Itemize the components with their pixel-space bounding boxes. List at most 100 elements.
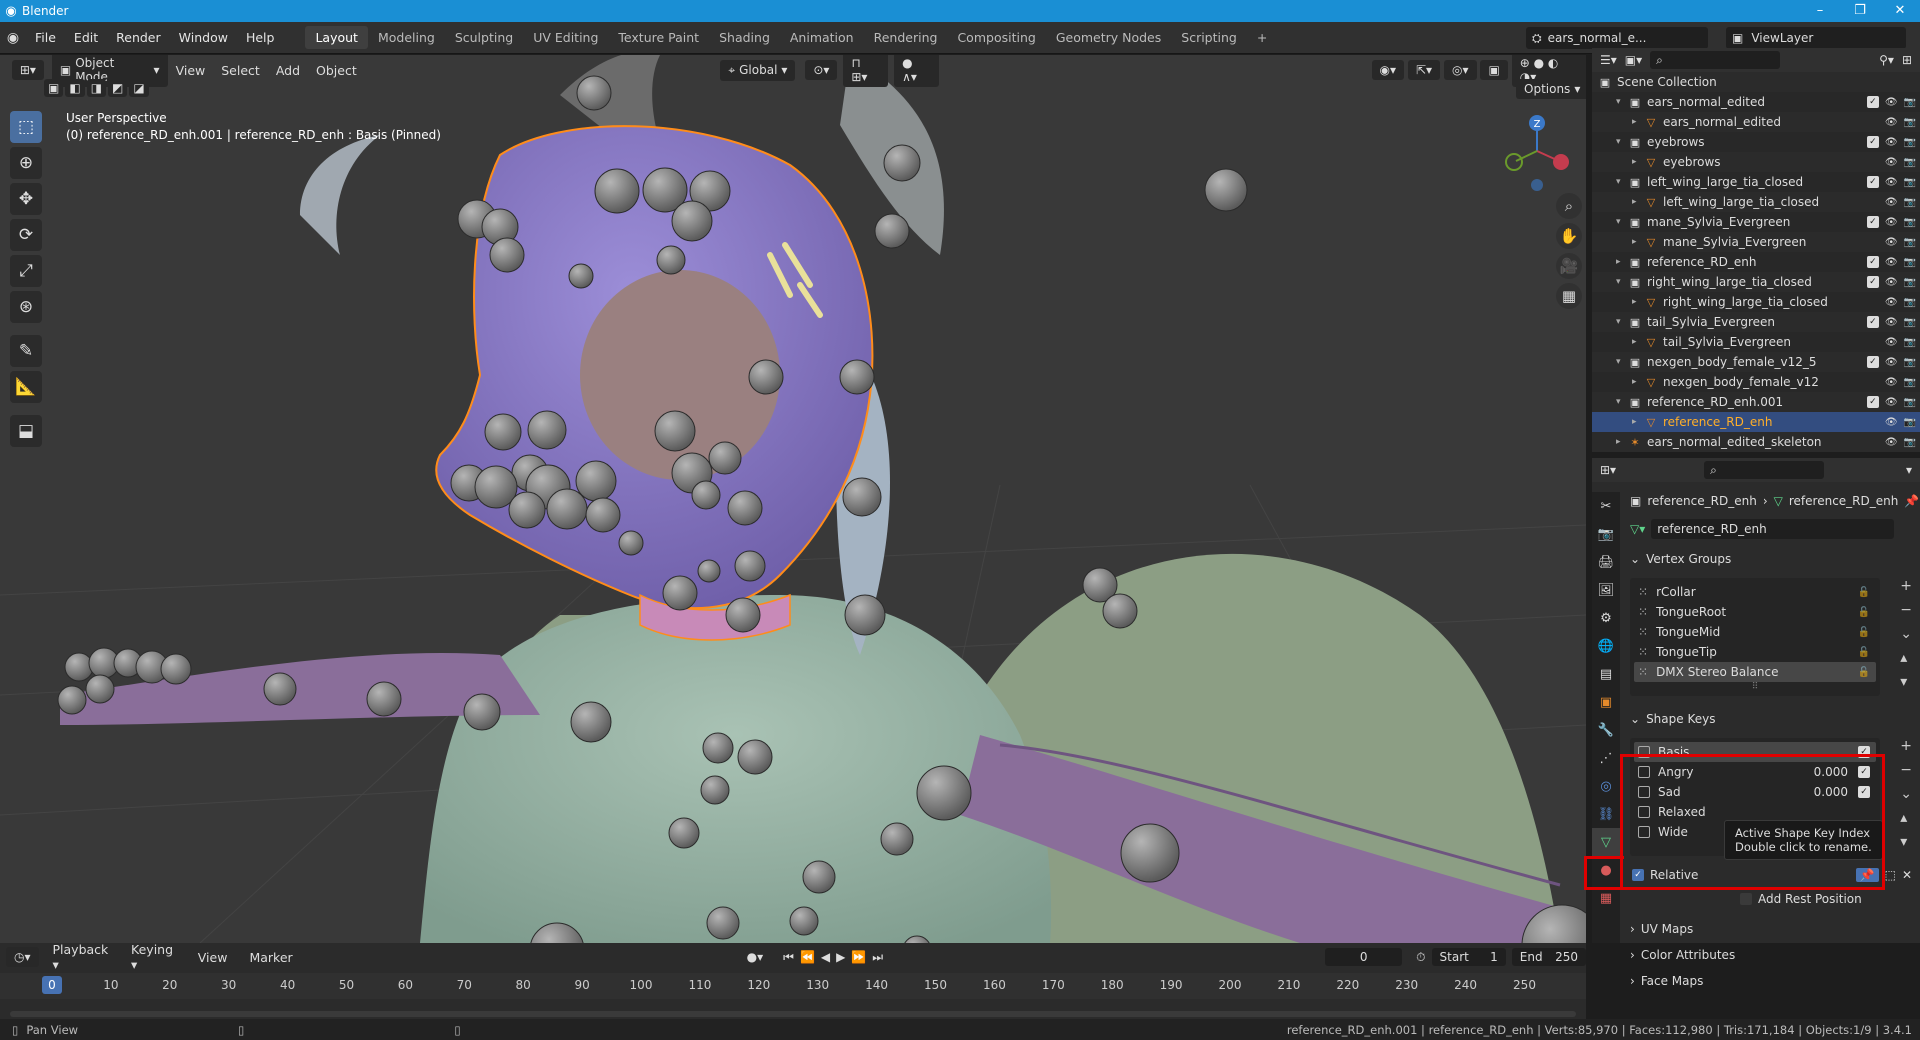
new-collection-icon[interactable]: ⊞	[1902, 53, 1912, 67]
select-invert-icon[interactable]: ◩	[108, 79, 128, 97]
expand-arrow-icon[interactable]: ▾	[1616, 217, 1628, 227]
editor-type-icon[interactable]: ⊞▾	[11, 60, 44, 80]
constraints-tab-icon[interactable]: ⛓	[1592, 800, 1620, 828]
transform-icon[interactable]: ⊛	[10, 291, 42, 323]
visibility-eye-icon[interactable]: 👁	[1885, 257, 1898, 268]
gizmo-toggle-icon[interactable]: ⇱▾	[1408, 60, 1441, 80]
timeline-scrollbar[interactable]	[10, 1011, 1576, 1017]
scene-tab-icon[interactable]: ⚙	[1592, 604, 1620, 632]
move-up-icon[interactable]: ▴	[1900, 810, 1912, 826]
outliner-row[interactable]: ▸ ▽ nexgen_body_female_v12 👁 📷	[1592, 372, 1920, 392]
outliner-row[interactable]: ▸ ▽ reference_RD_enh 👁 📷	[1592, 412, 1920, 432]
lock-icon[interactable]: 🔓	[1858, 627, 1870, 638]
material-tab-icon[interactable]: ●	[1592, 856, 1620, 884]
collection-include-checkbox[interactable]: ✓	[1866, 216, 1879, 228]
list-resize-grip-icon[interactable]: ⠿	[1634, 682, 1876, 692]
lock-icon[interactable]: 🔓	[1858, 667, 1870, 678]
remove-shape-key-icon[interactable]: −	[1900, 762, 1912, 778]
expand-arrow-icon[interactable]: ▾	[1616, 177, 1628, 187]
collection-include-checkbox[interactable]: ✓	[1866, 256, 1879, 268]
expand-arrow-icon[interactable]: ▾	[1616, 137, 1628, 147]
expand-arrow-icon[interactable]: ▾	[1616, 397, 1628, 407]
vertex-group-menu-icon[interactable]: ⌄	[1900, 626, 1912, 642]
overlay-toggle-icon[interactable]: ◎▾	[1444, 60, 1477, 80]
outliner-row[interactable]: ▾ ▣ mane_Sylvia_Evergreen ✓ 👁 📷	[1592, 212, 1920, 232]
render-camera-icon[interactable]: 📷	[1904, 217, 1916, 228]
rotate-icon[interactable]: ⟳	[10, 219, 42, 251]
tab-animation[interactable]: Animation	[780, 26, 864, 49]
tab-rendering[interactable]: Rendering	[864, 26, 948, 49]
tab-uv-editing[interactable]: UV Editing	[523, 26, 608, 49]
annotate-icon[interactable]: ✎	[10, 335, 42, 367]
properties-editor-icon[interactable]: ⊞▾	[1600, 463, 1616, 477]
face-maps-header[interactable]: › Face Maps	[1622, 968, 1920, 994]
visibility-eye-icon[interactable]: 👁	[1885, 317, 1898, 328]
display-mode-icon[interactable]: ▣▾	[1625, 53, 1642, 67]
tab-sculpting[interactable]: Sculpting	[445, 26, 523, 49]
expand-arrow-icon[interactable]: ▸	[1632, 197, 1644, 207]
lock-icon[interactable]: 🔓	[1858, 647, 1870, 658]
current-frame-marker[interactable]: 0	[42, 976, 62, 994]
render-camera-icon[interactable]: 📷	[1904, 297, 1916, 308]
vertex-group-item[interactable]: ⁙ TongueTip 🔓	[1634, 642, 1876, 662]
collection-include-checkbox[interactable]: ✓	[1866, 96, 1879, 108]
add-cube-icon[interactable]: ⬓	[10, 415, 42, 447]
render-camera-icon[interactable]: 📷	[1904, 257, 1916, 268]
render-camera-icon[interactable]: 📷	[1904, 377, 1916, 388]
add-workspace-icon[interactable]: +	[1247, 26, 1277, 49]
render-camera-icon[interactable]: 📷	[1904, 277, 1916, 288]
expand-arrow-icon[interactable]: ▸	[1632, 337, 1644, 347]
visibility-eye-icon[interactable]: 👁	[1885, 97, 1898, 108]
navigation-gizmo[interactable]: Z	[1502, 111, 1572, 191]
add-vertex-group-icon[interactable]: +	[1900, 578, 1912, 594]
vertex-group-item[interactable]: ⁙ rCollar 🔓	[1634, 582, 1876, 602]
visibility-eye-icon[interactable]: 👁	[1885, 177, 1898, 188]
collection-include-checkbox[interactable]: ✓	[1866, 316, 1879, 328]
shape-key-item[interactable]: Basis ✓	[1634, 742, 1876, 762]
vertex-group-item[interactable]: ⁙ TongueMid 🔓	[1634, 622, 1876, 642]
outliner-scene-collection[interactable]: ▣ Scene Collection	[1592, 72, 1920, 92]
expand-arrow-icon[interactable]: ▸	[1616, 257, 1628, 267]
shape-key-lock-icon[interactable]: 📌	[1855, 868, 1879, 882]
outliner-row[interactable]: ▾ ▣ left_wing_large_tia_closed ✓ 👁 📷	[1592, 172, 1920, 192]
shape-key-value[interactable]: 0.000	[1814, 785, 1848, 799]
visibility-eye-icon[interactable]: 👁	[1885, 117, 1898, 128]
visibility-eye-icon[interactable]: 👁	[1885, 297, 1898, 308]
render-camera-icon[interactable]: 📷	[1904, 117, 1916, 128]
visibility-eye-icon[interactable]: 👁	[1885, 417, 1898, 428]
expand-arrow-icon[interactable]: ▾	[1616, 277, 1628, 287]
close-button[interactable]: ✕	[1880, 0, 1920, 22]
expand-arrow-icon[interactable]: ▸	[1632, 237, 1644, 247]
snap-icon[interactable]: ⊓ ⊞▾	[843, 55, 889, 87]
texture-tab-icon[interactable]: ▦	[1592, 884, 1620, 912]
timeline-ruler[interactable]: 0 10 20 30 40 50 60 70 80 90 100 110 120 130 140 150 160…	[0, 973, 1586, 999]
expand-arrow-icon[interactable]: ▸	[1632, 377, 1644, 387]
remove-vertex-group-icon[interactable]: −	[1900, 602, 1912, 618]
render-camera-icon[interactable]: 📷	[1904, 337, 1916, 348]
outliner-row[interactable]: ▸ ▽ left_wing_large_tia_closed 👁 📷	[1592, 192, 1920, 212]
outliner-row[interactable]: ▾ ▣ reference_RD_enh.001 ✓ 👁 📷	[1592, 392, 1920, 412]
view-layer-tab-icon[interactable]: 🖼	[1592, 576, 1620, 604]
timeline-menu-keying[interactable]: Keying ▾	[123, 942, 184, 972]
shape-keys-header[interactable]: ⌄ Shape Keys	[1622, 706, 1920, 732]
visibility-icon[interactable]: ◉▾	[1371, 60, 1405, 80]
timeline-editor-icon[interactable]: ◷▾	[6, 947, 39, 967]
vertex-groups-list[interactable]: ⁙ rCollar 🔓 ⁙ TongueRoot 🔓 ⁙ TongueMid 🔓 ⁙ TongueT…	[1630, 578, 1880, 696]
outliner-row[interactable]: ▸ ▽ right_wing_large_tia_closed 👁 📷	[1592, 292, 1920, 312]
visibility-eye-icon[interactable]: 👁	[1885, 437, 1898, 448]
proportional-edit-icon[interactable]: ● ∧▾	[894, 55, 939, 87]
render-camera-icon[interactable]: 📷	[1904, 417, 1916, 428]
view-layer-selector[interactable]: ▣ ViewLayer	[1726, 27, 1906, 49]
pivot-point-icon[interactable]: ⊙▾	[805, 60, 838, 80]
shape-key-mute-checkbox[interactable]: ✓	[1858, 786, 1870, 798]
start-frame-field[interactable]: Start 1	[1431, 948, 1506, 966]
render-camera-icon[interactable]: 📷	[1904, 177, 1916, 188]
shape-key-item[interactable]: Sad 0.000 ✓	[1634, 782, 1876, 802]
modifier-tab-icon[interactable]: 🔧	[1592, 716, 1620, 744]
visibility-eye-icon[interactable]: 👁	[1885, 377, 1898, 388]
collection-include-checkbox[interactable]: ✓	[1866, 396, 1879, 408]
outliner-row[interactable]: ▸ ▽ ears_normal_edited 👁 📷	[1592, 112, 1920, 132]
collection-tab-icon[interactable]: ▤	[1592, 660, 1620, 688]
render-tab-icon[interactable]: 📷	[1592, 520, 1620, 548]
expand-arrow-icon[interactable]: ▸	[1616, 437, 1628, 447]
